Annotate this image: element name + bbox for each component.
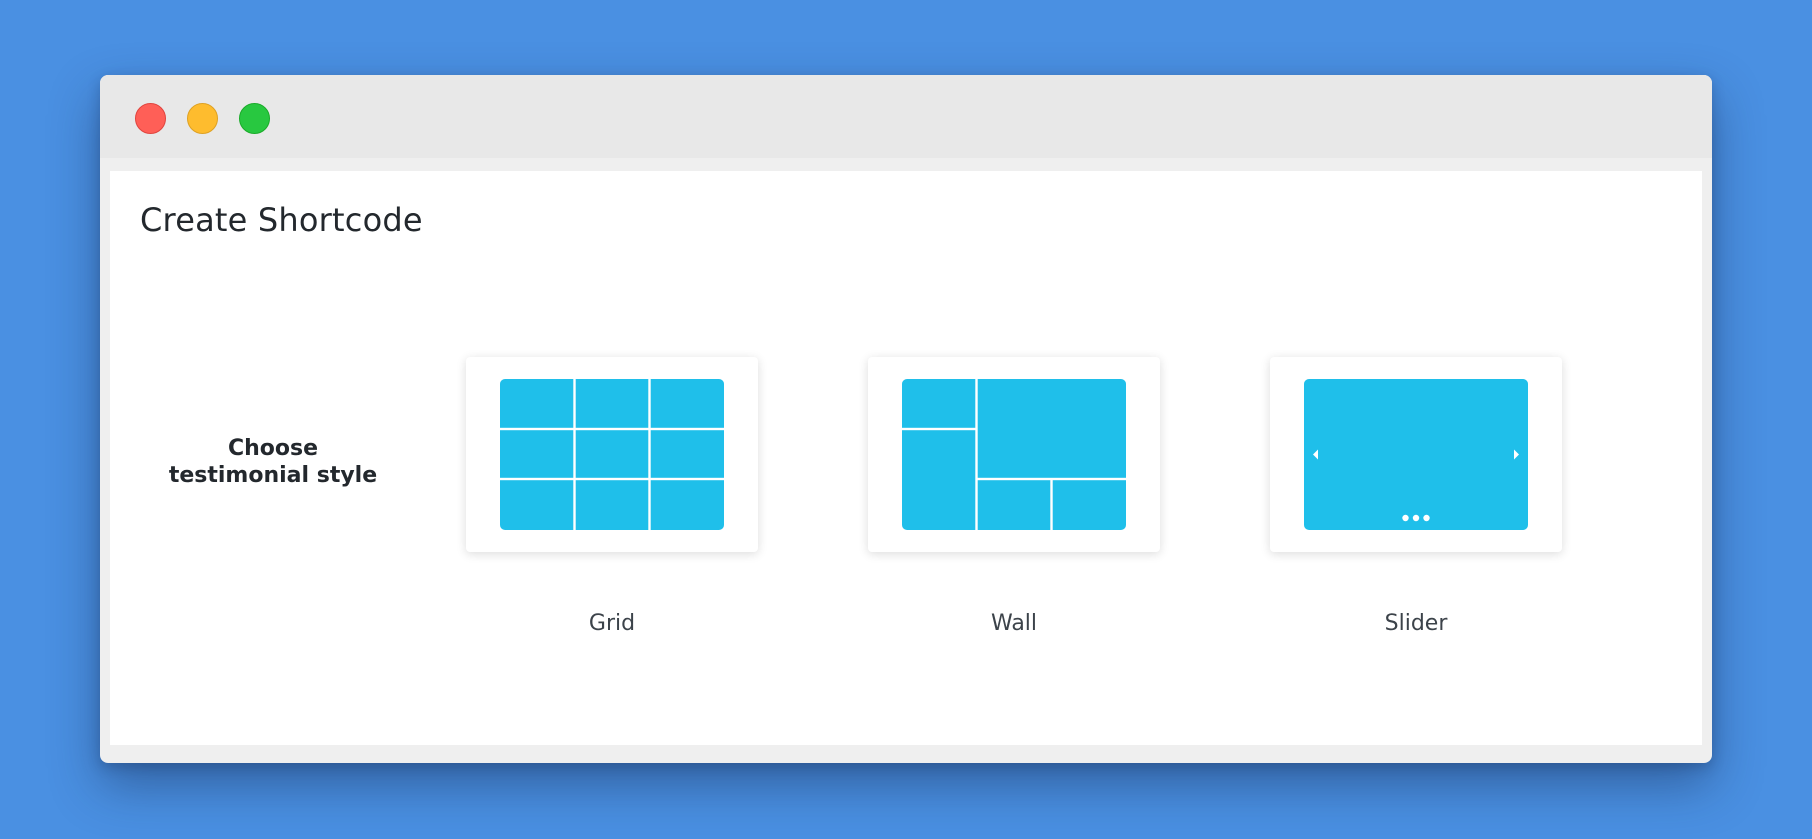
style-card-slider[interactable] (1270, 357, 1562, 552)
style-label-slider[interactable]: Slider (1270, 611, 1562, 636)
style-card-wall[interactable] (868, 357, 1160, 552)
page-title: Create Shortcode (140, 201, 423, 239)
main-content: Create Shortcode Choose testimonial styl… (110, 171, 1702, 745)
style-card-grid[interactable] (466, 357, 758, 552)
style-prompt-label: Choose testimonial style (168, 436, 378, 488)
slider-dot-icon (1412, 514, 1420, 522)
maximize-dot-icon[interactable] (239, 103, 270, 134)
style-label-grid[interactable]: Grid (466, 611, 758, 636)
app-window: Create Shortcode Choose testimonial styl… (100, 75, 1712, 763)
minimize-dot-icon[interactable] (187, 103, 218, 134)
wall-layout-icon (902, 379, 1126, 530)
style-label-wall[interactable]: Wall (868, 611, 1160, 636)
slider-dot-icon (1423, 514, 1430, 522)
style-option-grid[interactable]: Grid (466, 357, 758, 636)
slider-dot-icon (1402, 514, 1409, 522)
grid-layout-icon (500, 379, 724, 530)
slider-layout-icon (1304, 379, 1528, 530)
close-dot-icon[interactable] (135, 103, 166, 134)
window-titlebar[interactable] (100, 75, 1712, 158)
style-option-slider[interactable]: Slider (1270, 357, 1562, 636)
style-option-wall[interactable]: Wall (868, 357, 1160, 636)
